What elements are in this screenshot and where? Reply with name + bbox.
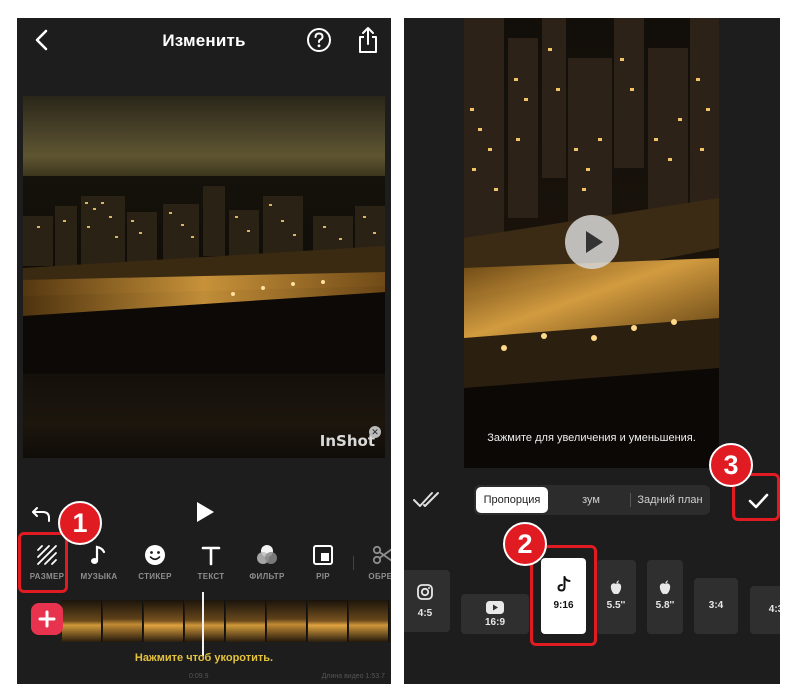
step-badge-2: 2 [503, 522, 547, 566]
city-night-footage [23, 176, 385, 374]
tutorial-composite: Изменить InShot ✕ РАЗМЕР МУЗЫКА СТИКЕР Т… [0, 0, 796, 700]
trim-hint-text: Нажмите чтоб укоротить. [134, 652, 274, 664]
current-time: 0:09.9 [189, 673, 209, 680]
help-icon[interactable] [306, 27, 332, 53]
ratio-label: 16:9 [484, 617, 505, 628]
add-clip-button[interactable] [31, 603, 63, 635]
apple-icon [610, 580, 622, 595]
highlight-box-9-16 [530, 545, 597, 646]
ratio-label: 4:3 [768, 604, 780, 615]
timeline-frame [185, 600, 225, 642]
smiley-icon [145, 545, 165, 565]
tool-pip[interactable]: PIP [295, 532, 351, 590]
step-badge-3: 3 [709, 443, 753, 487]
tool-sticker[interactable]: СТИКЕР [127, 532, 183, 590]
apply-to-all-icon[interactable] [412, 490, 440, 510]
text-t-icon [201, 546, 221, 566]
step-badge-1: 1 [58, 501, 102, 545]
video-preview[interactable]: InShot ✕ [23, 96, 385, 458]
page-title: Изменить [162, 31, 246, 50]
toolbar-divider [353, 556, 354, 570]
tab-zoom[interactable]: зум [554, 487, 628, 513]
timeline-frame [308, 600, 348, 642]
ratio-option-5-8-inch[interactable]: 5.8'' [647, 560, 683, 634]
scissors-icon [372, 545, 391, 565]
tool-label: PIP [316, 572, 330, 581]
ratio-label: 3:4 [708, 600, 724, 611]
play-button-overlay[interactable] [565, 215, 619, 269]
play-icon [586, 231, 603, 253]
ratio-option-4-5[interactable]: 4:5 [404, 570, 450, 632]
tool-cut[interactable]: ОБРЕЗ [355, 532, 391, 590]
timeline-frame [226, 600, 266, 642]
ratio-option-4-3[interactable]: 4:3 [750, 586, 780, 634]
inshot-watermark: InShot [319, 432, 375, 450]
ratio-option-16-9[interactable]: 16:9 [461, 594, 529, 634]
ratio-option-5-5-inch[interactable]: 5.5'' [596, 560, 636, 634]
tool-filter[interactable]: ФИЛЬТР [239, 532, 295, 590]
plus-icon [38, 610, 56, 628]
instagram-icon [417, 584, 433, 600]
pip-icon [313, 545, 333, 565]
tool-label: ТЕКСТ [197, 572, 225, 581]
tab-background[interactable]: Задний план [632, 487, 708, 513]
timeline-frame [267, 600, 307, 642]
blurred-background-top [23, 96, 385, 176]
ratio-label: 5.5'' [606, 600, 626, 611]
highlight-box-resize [18, 532, 68, 593]
tool-label: ФИЛЬТР [249, 572, 285, 581]
tab-divider [630, 493, 631, 507]
tab-proportion[interactable]: Пропорция [476, 487, 548, 513]
apple-icon [659, 580, 671, 595]
timeline-frame [103, 600, 143, 642]
timeline-frame [144, 600, 184, 642]
tool-label: МУЗЫКА [80, 572, 118, 581]
share-icon[interactable] [357, 26, 379, 54]
top-bar: Изменить [17, 18, 391, 64]
zoom-hint-text: Зажмите для увеличения и уменьшения. [487, 432, 696, 444]
canvas-mode-tabs: Пропорция зум Задний план [474, 485, 710, 515]
ratio-label: 5.8'' [655, 600, 675, 611]
tool-label: ОБРЕЗ [368, 572, 391, 581]
filter-circles-icon [257, 545, 277, 564]
tool-text[interactable]: ТЕКСТ [183, 532, 239, 590]
music-note-icon [91, 545, 106, 564]
tool-label: СТИКЕР [138, 572, 172, 581]
timeline-frame [62, 600, 102, 642]
editor-screen: Изменить InShot ✕ РАЗМЕР МУЗЫКА СТИКЕР Т… [17, 18, 391, 684]
video-timeline[interactable] [62, 600, 391, 642]
play-icon[interactable] [194, 500, 216, 524]
ratio-option-3-4[interactable]: 3:4 [694, 578, 738, 634]
ratio-label: 4:5 [417, 608, 433, 619]
timeline-frame [349, 600, 389, 642]
playhead[interactable] [202, 592, 204, 656]
video-preview-portrait[interactable] [464, 18, 719, 468]
video-duration: Длина видео 1:53.7 [321, 673, 385, 680]
undo-icon[interactable] [29, 501, 53, 525]
youtube-icon [486, 601, 504, 614]
watermark-close-icon[interactable]: ✕ [369, 426, 381, 438]
